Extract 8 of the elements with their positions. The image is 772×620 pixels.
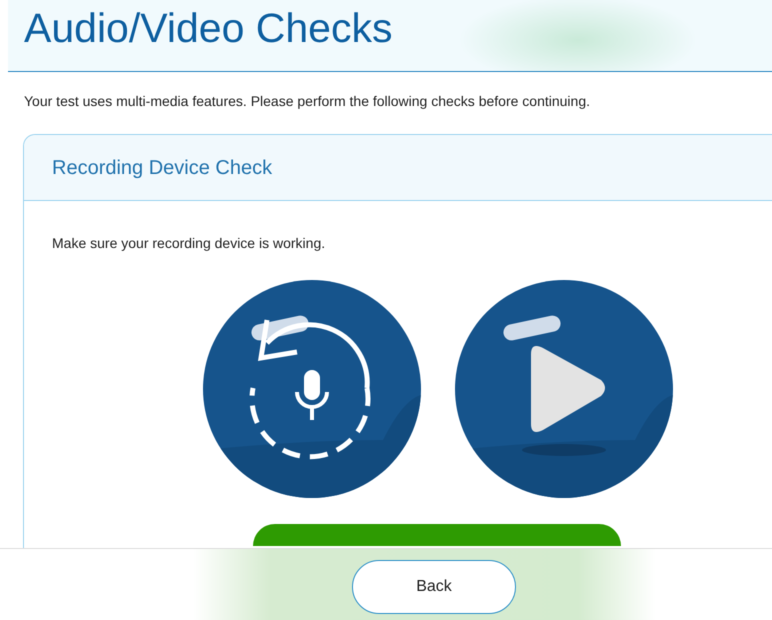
intro-text: Your test uses multi-media features. Please perform the following checks before continuing. — [24, 92, 592, 111]
play-button[interactable] — [455, 280, 673, 498]
page-title: Audio/Video Checks — [24, 8, 392, 49]
back-button[interactable]: Back — [352, 560, 516, 614]
instruction-text: Make sure your recording device is working. — [52, 234, 326, 253]
section-title: Recording Device Check — [52, 156, 272, 180]
record-button[interactable] — [203, 280, 421, 498]
action-button[interactable] — [253, 524, 621, 546]
